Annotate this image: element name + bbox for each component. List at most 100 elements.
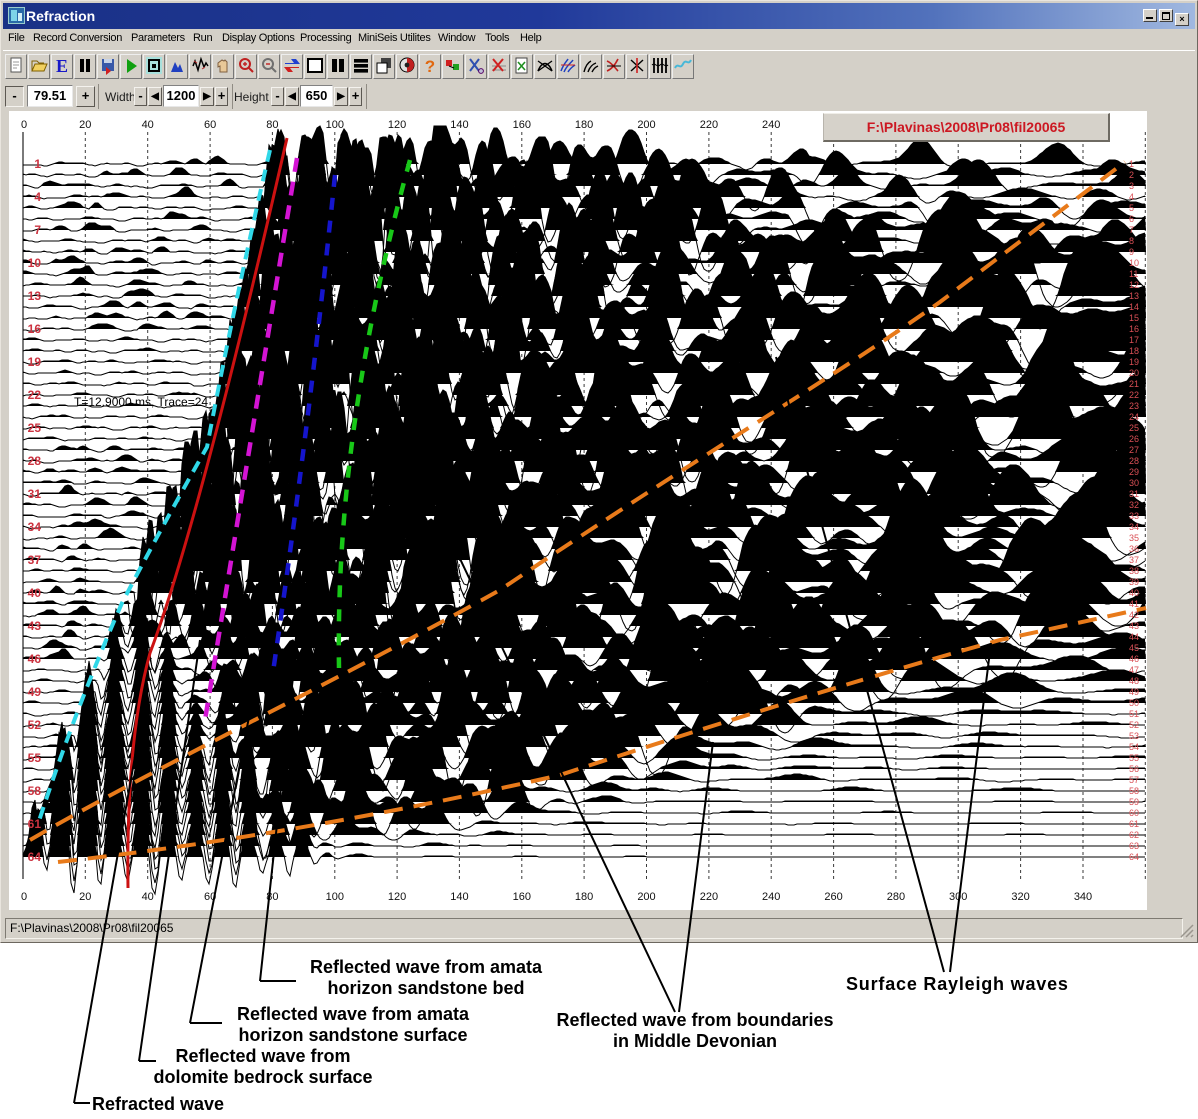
svg-text:13: 13 bbox=[1129, 291, 1139, 301]
svg-text:32: 32 bbox=[1129, 500, 1139, 510]
svg-text:55: 55 bbox=[1129, 753, 1139, 763]
svg-text:31: 31 bbox=[1129, 489, 1139, 499]
svg-text:7: 7 bbox=[34, 223, 41, 237]
svg-text:25: 25 bbox=[1129, 423, 1139, 433]
svg-text:240: 240 bbox=[762, 119, 780, 131]
svg-text:120: 120 bbox=[388, 891, 406, 903]
svg-text:41: 41 bbox=[1129, 599, 1139, 609]
svg-text:80: 80 bbox=[266, 119, 278, 131]
svg-text:20: 20 bbox=[79, 119, 91, 131]
svg-text:16: 16 bbox=[28, 322, 42, 336]
svg-text:12: 12 bbox=[1129, 280, 1139, 290]
svg-text:220: 220 bbox=[700, 891, 718, 903]
svg-text:8: 8 bbox=[1129, 236, 1134, 246]
svg-text:58: 58 bbox=[28, 784, 42, 798]
svg-text:7: 7 bbox=[1129, 225, 1134, 235]
svg-text:63: 63 bbox=[1129, 841, 1139, 851]
svg-text:42: 42 bbox=[1129, 610, 1139, 620]
svg-text:100: 100 bbox=[326, 891, 344, 903]
svg-text:T=12.9000 ms, Trace=24: T=12.9000 ms, Trace=24 bbox=[74, 395, 208, 409]
svg-text:46: 46 bbox=[1129, 654, 1139, 664]
svg-text:140: 140 bbox=[450, 891, 468, 903]
svg-text:36: 36 bbox=[1129, 544, 1139, 554]
svg-text:37: 37 bbox=[28, 553, 42, 567]
svg-text:10: 10 bbox=[1129, 258, 1139, 268]
svg-text:60: 60 bbox=[204, 119, 216, 131]
svg-text:34: 34 bbox=[28, 520, 42, 534]
svg-text:60: 60 bbox=[1129, 808, 1139, 818]
svg-text:200: 200 bbox=[637, 891, 655, 903]
svg-text:37: 37 bbox=[1129, 555, 1139, 565]
svg-text:3: 3 bbox=[1129, 181, 1134, 191]
svg-text:43: 43 bbox=[28, 619, 42, 633]
svg-text:1: 1 bbox=[1129, 159, 1134, 169]
svg-text:40: 40 bbox=[28, 586, 42, 600]
svg-text:5: 5 bbox=[1129, 203, 1134, 213]
svg-text:21: 21 bbox=[1129, 379, 1139, 389]
svg-text:20: 20 bbox=[79, 891, 91, 903]
svg-text:33: 33 bbox=[1129, 511, 1139, 521]
svg-text:100: 100 bbox=[326, 119, 344, 131]
svg-text:200: 200 bbox=[637, 119, 655, 131]
svg-text:10: 10 bbox=[28, 256, 42, 270]
svg-text:260: 260 bbox=[824, 891, 842, 903]
svg-text:64: 64 bbox=[1129, 852, 1139, 862]
svg-text:23: 23 bbox=[1129, 401, 1139, 411]
svg-text:54: 54 bbox=[1129, 742, 1139, 752]
svg-text:18: 18 bbox=[1129, 346, 1139, 356]
svg-text:34: 34 bbox=[1129, 522, 1139, 532]
svg-text:64: 64 bbox=[28, 850, 42, 864]
svg-text:48: 48 bbox=[1129, 676, 1139, 686]
svg-text:24: 24 bbox=[1129, 412, 1139, 422]
svg-text:52: 52 bbox=[1129, 720, 1139, 730]
svg-text:58: 58 bbox=[1129, 786, 1139, 796]
svg-text:57: 57 bbox=[1129, 775, 1139, 785]
svg-text:4: 4 bbox=[34, 190, 41, 204]
svg-text:53: 53 bbox=[1129, 731, 1139, 741]
svg-text:51: 51 bbox=[1129, 709, 1139, 719]
svg-text:59: 59 bbox=[1129, 797, 1139, 807]
svg-text:160: 160 bbox=[513, 891, 531, 903]
svg-text:E: E bbox=[56, 56, 68, 76]
svg-text:40: 40 bbox=[1129, 588, 1139, 598]
svg-text:11: 11 bbox=[1129, 269, 1138, 279]
svg-text:6: 6 bbox=[1129, 214, 1134, 224]
svg-text:26: 26 bbox=[1129, 434, 1139, 444]
svg-text:28: 28 bbox=[1129, 456, 1139, 466]
svg-text:16: 16 bbox=[1129, 324, 1139, 334]
svg-text:17: 17 bbox=[1129, 335, 1139, 345]
svg-text:35: 35 bbox=[1129, 533, 1139, 543]
svg-text:0: 0 bbox=[21, 119, 27, 131]
svg-text:240: 240 bbox=[762, 891, 780, 903]
svg-text:28: 28 bbox=[28, 454, 42, 468]
svg-text:61: 61 bbox=[1129, 819, 1139, 829]
svg-text:19: 19 bbox=[1129, 357, 1139, 367]
svg-text:55: 55 bbox=[28, 751, 42, 765]
svg-text:340: 340 bbox=[1074, 891, 1092, 903]
svg-text:280: 280 bbox=[887, 891, 905, 903]
svg-text:43: 43 bbox=[1129, 621, 1139, 631]
svg-text:29: 29 bbox=[1129, 467, 1139, 477]
svg-text:9: 9 bbox=[1129, 247, 1134, 257]
svg-text:60: 60 bbox=[204, 891, 216, 903]
svg-text:320: 320 bbox=[1011, 891, 1029, 903]
svg-text:?: ? bbox=[425, 57, 435, 76]
svg-text:38: 38 bbox=[1129, 566, 1139, 576]
svg-text:220: 220 bbox=[700, 119, 718, 131]
svg-text:0: 0 bbox=[21, 891, 27, 903]
svg-text:1: 1 bbox=[34, 157, 41, 171]
svg-text:52: 52 bbox=[28, 718, 42, 732]
svg-text:2: 2 bbox=[1129, 170, 1134, 180]
svg-text:39: 39 bbox=[1129, 577, 1139, 587]
svg-text:14: 14 bbox=[1129, 302, 1139, 312]
svg-text:56: 56 bbox=[1129, 764, 1139, 774]
svg-text:49: 49 bbox=[28, 685, 42, 699]
svg-text:15: 15 bbox=[1129, 313, 1139, 323]
svg-text:44: 44 bbox=[1129, 632, 1139, 642]
svg-text:180: 180 bbox=[575, 119, 593, 131]
svg-text:46: 46 bbox=[28, 652, 42, 666]
svg-text:22: 22 bbox=[28, 388, 42, 402]
svg-text:40: 40 bbox=[142, 891, 154, 903]
svg-text:40: 40 bbox=[142, 119, 154, 131]
svg-text:62: 62 bbox=[1129, 830, 1139, 840]
